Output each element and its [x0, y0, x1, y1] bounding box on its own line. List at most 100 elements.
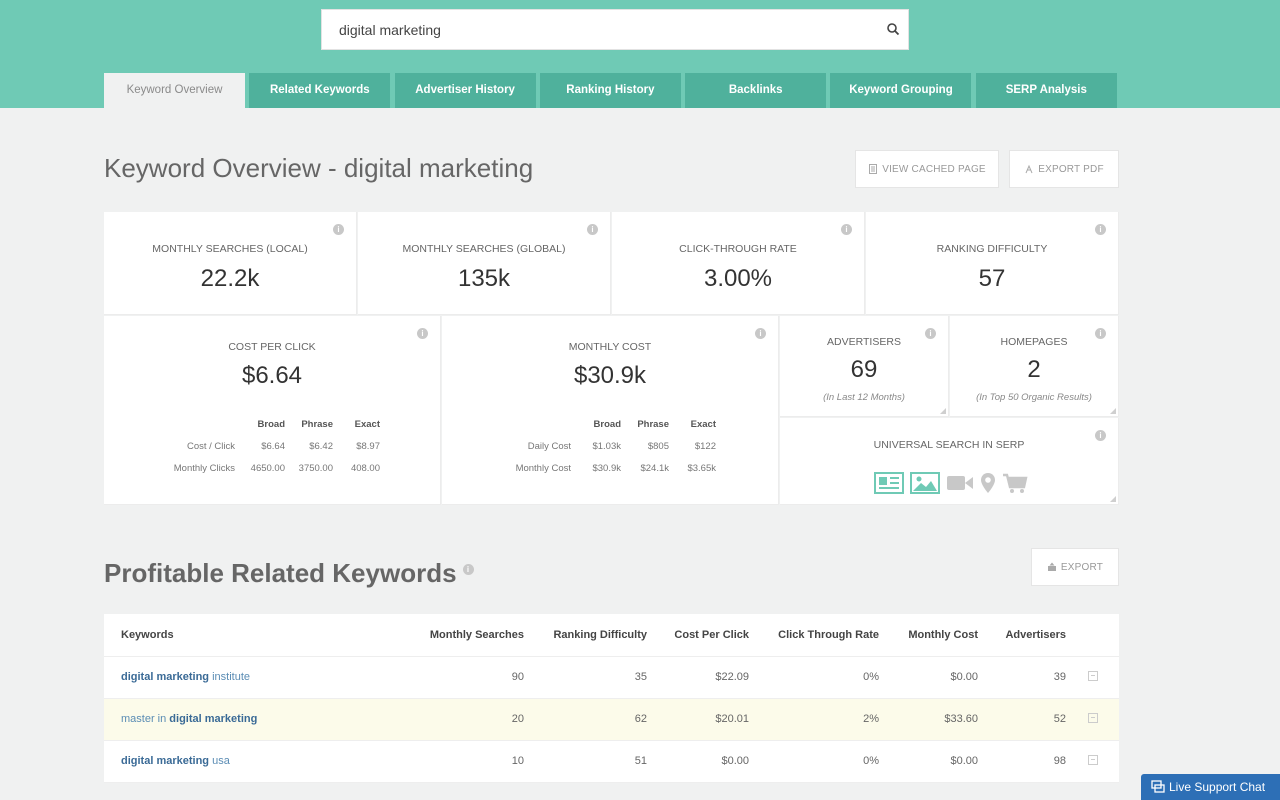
- keyword-link[interactable]: digital marketing usa: [121, 755, 230, 767]
- related-keywords-table: Keywords Monthly Searches Ranking Diffic…: [104, 614, 1119, 783]
- row-action-icon[interactable]: [1087, 670, 1098, 681]
- export-icon: [1047, 562, 1056, 571]
- cell: 62: [524, 698, 647, 741]
- header-phrase: Phrase: [301, 418, 333, 430]
- export-label: EXPORT: [1060, 561, 1104, 573]
- cell: 35: [524, 656, 647, 699]
- view-cached-page-label: VIEW CACHED PAGE: [882, 163, 986, 175]
- keyword-cell[interactable]: digital marketing usa: [104, 740, 394, 783]
- metric-sub: (In Top 50 Organic Results): [976, 392, 1092, 403]
- column-header[interactable]: Monthly Cost: [879, 614, 978, 657]
- keyword-link[interactable]: digital marketing institute: [121, 671, 250, 683]
- cell: $20.01: [647, 698, 749, 741]
- keyword-link[interactable]: master in digital marketing: [121, 713, 257, 725]
- keyword-extra: institute: [209, 671, 250, 683]
- page-title: Keyword Overview - digital marketing: [104, 153, 534, 183]
- cell: 20: [394, 698, 524, 741]
- info-icon[interactable]: i: [417, 328, 428, 339]
- metric-value: 57: [978, 265, 1006, 292]
- column-header[interactable]: Click Through Rate: [749, 614, 879, 657]
- tab-advertiser-history[interactable]: Advertiser History: [394, 73, 536, 108]
- news-icon: [874, 472, 904, 494]
- monthly-cost-card: i MONTHLY COST $30.9k Broad Phrase Exact D…: [442, 316, 779, 505]
- map-pin-icon: [981, 473, 995, 493]
- cell: $24.1k: [640, 462, 669, 474]
- section-title-text: Profitable Related Keywords: [104, 558, 457, 588]
- keyword-extra: usa: [209, 755, 230, 767]
- cell: $30.9k: [592, 462, 621, 474]
- info-icon[interactable]: i: [587, 224, 598, 235]
- video-icon: [947, 476, 973, 490]
- keyword-match: digital marketing: [121, 755, 210, 767]
- row-action-icon[interactable]: [1087, 754, 1098, 765]
- view-cached-page-button[interactable]: VIEW CACHED PAGE: [855, 150, 999, 188]
- search-box: [321, 9, 909, 50]
- metric-label: MONTHLY COST: [568, 341, 652, 353]
- tab-keyword-grouping[interactable]: Keyword Grouping: [830, 73, 972, 108]
- keyword-cell[interactable]: digital marketing institute: [104, 656, 394, 699]
- cell: $0.00: [879, 740, 978, 783]
- export-pdf-button[interactable]: EXPORT PDF: [1009, 150, 1119, 188]
- metric-value: 135k: [457, 265, 511, 292]
- cell: $805: [647, 440, 669, 452]
- table-row: digital marketing usa 10 51 $0.00 0% $0.…: [104, 740, 1119, 783]
- cell: $6.42: [309, 440, 333, 452]
- export-pdf-label: EXPORT PDF: [1038, 163, 1104, 175]
- cell: 0%: [749, 740, 879, 783]
- metric-value: 3.00%: [703, 265, 773, 292]
- info-icon[interactable]: i: [333, 224, 344, 235]
- cell: 2%: [749, 698, 879, 741]
- metric-label: UNIVERSAL SEARCH IN SERP: [873, 439, 1025, 451]
- advertisers-card: i ADVERTISERS 69 (In Last 12 Months): [780, 316, 949, 417]
- tab-ranking-history[interactable]: Ranking History: [539, 73, 681, 108]
- monthly-searches-global-card: i MONTHLY SEARCHES (GLOBAL) 135k: [358, 212, 611, 315]
- info-icon[interactable]: i: [462, 564, 474, 575]
- cell: $6.64: [261, 440, 285, 452]
- row-action-icon[interactable]: [1087, 712, 1098, 723]
- cell: 98: [978, 740, 1066, 783]
- column-header[interactable]: Ranking Difficulty: [524, 614, 647, 657]
- cell: 39: [978, 656, 1066, 699]
- shopping-cart-icon: [1003, 473, 1028, 493]
- cell: $1.03k: [592, 440, 621, 452]
- row-label: Monthly Clicks: [173, 462, 235, 474]
- info-icon[interactable]: i: [1095, 224, 1106, 235]
- column-header[interactable]: Keywords: [104, 614, 394, 657]
- metric-label: COST PER CLICK: [228, 341, 316, 353]
- column-header[interactable]: Cost Per Click: [647, 614, 749, 657]
- resize-corner: [1110, 408, 1116, 414]
- metric-sub: (In Last 12 Months): [823, 392, 905, 403]
- export-button[interactable]: EXPORT: [1031, 548, 1119, 586]
- tab-keyword-overview[interactable]: Keyword Overview: [104, 73, 245, 108]
- table-row: digital marketing institute 90 35 $22.09…: [104, 656, 1119, 699]
- monthly-searches-local-card: i MONTHLY SEARCHES (LOCAL) 22.2k: [104, 212, 357, 315]
- search-icon[interactable]: [886, 22, 900, 36]
- metric-value: $30.9k: [573, 362, 647, 389]
- metric-label: MONTHLY SEARCHES (GLOBAL): [402, 243, 566, 255]
- column-header[interactable]: Advertisers: [978, 614, 1066, 657]
- document-icon: [869, 164, 878, 174]
- info-icon[interactable]: i: [755, 328, 766, 339]
- tab-related-keywords[interactable]: Related Keywords: [249, 73, 391, 108]
- serp-feature-icons: [874, 472, 1028, 494]
- cell: 52: [978, 698, 1066, 741]
- cell: 408.00: [350, 462, 380, 474]
- info-icon[interactable]: i: [841, 224, 852, 235]
- metric-label: RANKING DIFFICULTY: [936, 243, 1048, 255]
- cell: 3750.00: [298, 462, 333, 474]
- row-label: Daily Cost: [527, 440, 571, 452]
- cell: $122: [694, 440, 716, 452]
- cell: $0.00: [647, 740, 749, 783]
- row-label: Monthly Cost: [515, 462, 571, 474]
- tab-backlinks[interactable]: Backlinks: [685, 73, 827, 108]
- keyword-cell[interactable]: master in digital marketing: [104, 698, 394, 741]
- live-support-chat-button[interactable]: Live Support Chat: [1141, 774, 1280, 800]
- cell: $33.60: [879, 698, 978, 741]
- chat-icon: [1151, 780, 1165, 793]
- tab-serp-analysis[interactable]: SERP Analysis: [975, 73, 1117, 108]
- header-broad: Broad: [257, 418, 285, 430]
- cell: $3.65k: [687, 462, 716, 474]
- search-input[interactable]: [322, 10, 862, 49]
- image-icon: [910, 472, 940, 494]
- column-header[interactable]: Monthly Searches: [394, 614, 524, 657]
